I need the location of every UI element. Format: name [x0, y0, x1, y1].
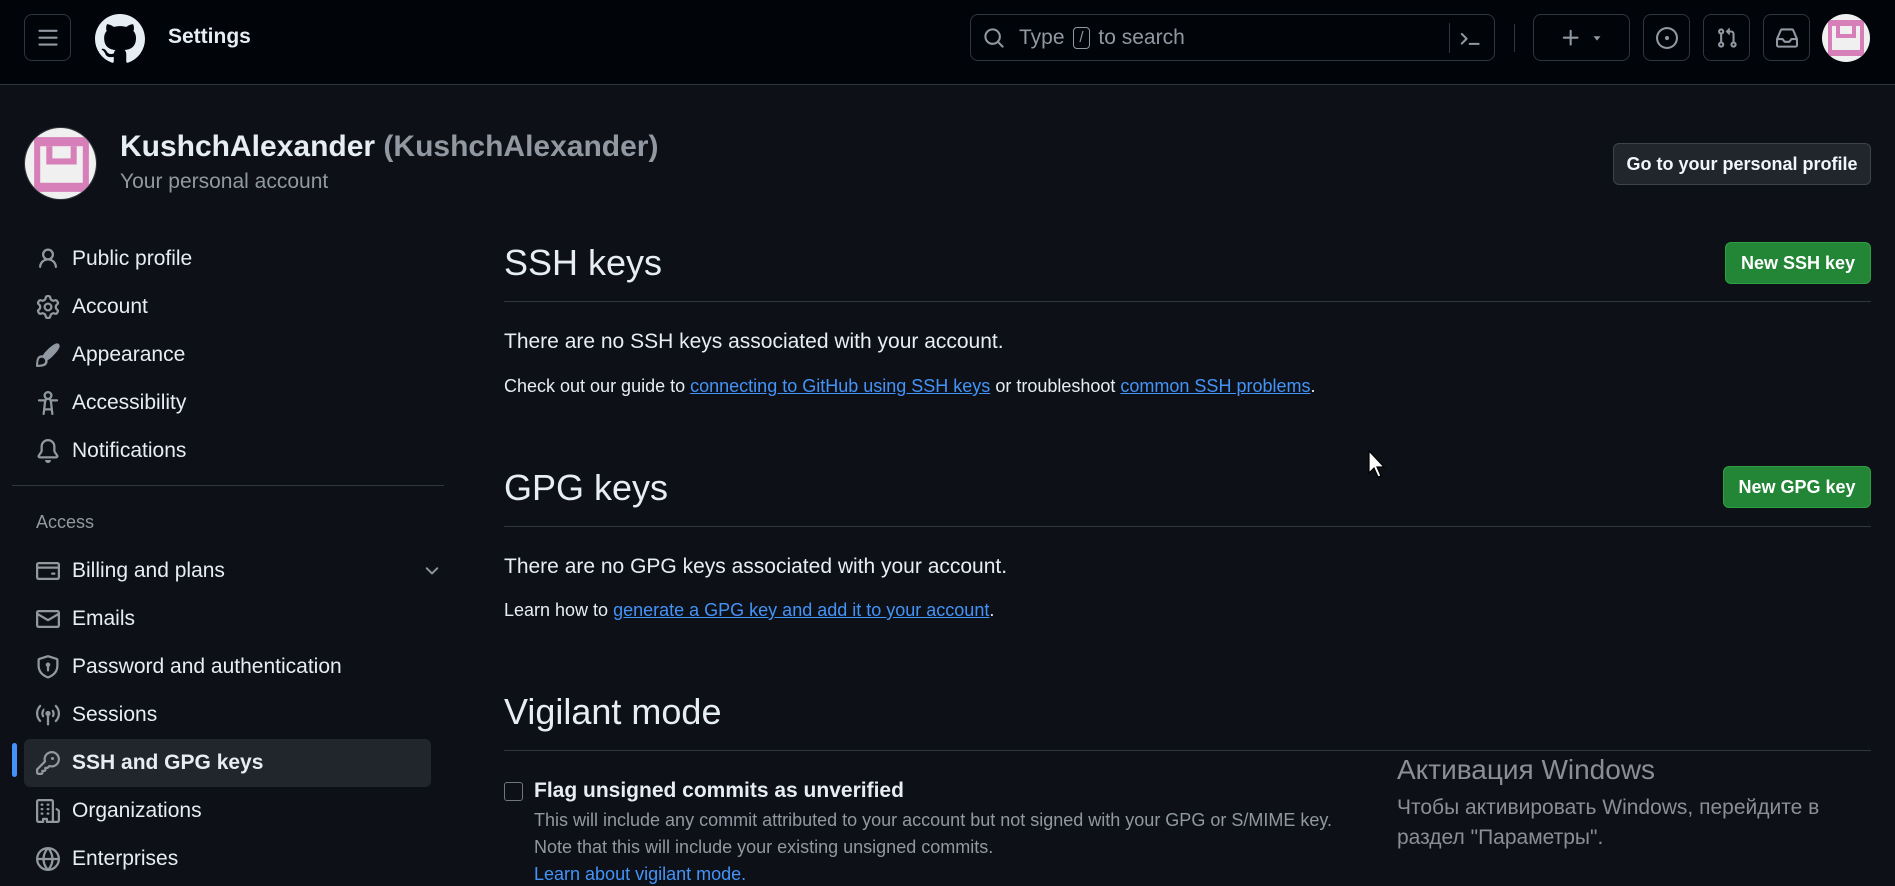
shield-lock-icon — [37, 655, 59, 679]
vigilant-note-line1: This will include any commit attributed … — [534, 810, 1333, 830]
search-input[interactable]: Type / to search — [970, 14, 1495, 61]
search-icon — [984, 28, 1004, 48]
sidebar-item-label: Account — [72, 295, 148, 318]
context-title[interactable]: Settings — [168, 25, 251, 49]
sidebar-group-heading: Access — [36, 512, 95, 532]
ssh-problems-link[interactable]: common SSH problems — [1120, 376, 1310, 396]
top-header: Settings Type / to search — [0, 0, 1895, 85]
credit-card-icon — [36, 562, 60, 580]
sidebar-item-label: Organizations — [72, 799, 202, 822]
profile-name: KushchAlexander (KushchAlexander) — [120, 130, 658, 164]
sidebar-item-organizations[interactable]: Organizations — [24, 787, 431, 835]
sidebar-item-label: Notifications — [72, 439, 187, 462]
sidebar-item-label: Sessions — [72, 703, 158, 726]
sidebar-divider — [12, 485, 444, 486]
gpg-learn-link[interactable]: generate a GPG key and add it to your ac… — [613, 600, 989, 620]
sidebar-item-label: Billing and plans — [72, 559, 225, 582]
sidebar-item-label: Enterprises — [72, 847, 179, 870]
hamburger-icon — [37, 29, 58, 46]
sidebar-item-appearance[interactable]: Appearance — [24, 331, 431, 379]
gpg-divider — [504, 526, 1871, 527]
ssh-guide-link[interactable]: connecting to GitHub using SSH keys — [690, 376, 990, 396]
profile-display-name[interactable]: KushchAlexander — [120, 130, 375, 163]
sidebar-item-password[interactable]: Password and authentication — [24, 643, 431, 691]
plus-icon — [1562, 29, 1579, 46]
new-gpg-key-button[interactable]: New GPG key — [1723, 466, 1871, 508]
issues-button[interactable] — [1643, 14, 1690, 61]
vigilant-divider — [504, 750, 1871, 751]
github-logo[interactable] — [95, 14, 145, 64]
vigilant-learn-link[interactable]: Learn about vigilant mode. — [534, 864, 746, 885]
avatar[interactable] — [1822, 14, 1870, 62]
command-palette-icon[interactable] — [1458, 27, 1482, 49]
vigilant-mode-checkbox[interactable] — [504, 782, 523, 801]
sidebar-item-enterprises[interactable]: Enterprises — [24, 835, 431, 883]
accessibility-icon — [37, 391, 59, 415]
profile-subtitle: Your personal account — [120, 170, 329, 193]
search-shortcut-key: / — [1073, 27, 1090, 49]
sidebar-item-ssh-gpg-keys[interactable]: SSH and GPG keys — [24, 739, 431, 787]
ssh-divider — [504, 301, 1871, 302]
sidebar-item-account[interactable]: Account — [24, 283, 431, 331]
hamburger-menu-button[interactable] — [24, 14, 71, 61]
sidebar-item-label: Emails — [72, 607, 136, 630]
chevron-down-icon — [425, 567, 439, 575]
inbox-icon — [1775, 27, 1798, 48]
ssh-guide-text: Check out our guide to connecting to Git… — [504, 376, 1316, 396]
gpg-empty-message: There are no GPG keys associated with yo… — [504, 555, 1008, 578]
go-to-profile-button[interactable]: Go to your personal profile — [1613, 143, 1871, 185]
sidebar-item-public-profile[interactable]: Public profile — [24, 235, 431, 283]
mouse-cursor-icon — [1368, 450, 1386, 478]
header-separator — [1514, 24, 1515, 52]
key-icon — [36, 751, 60, 775]
sidebar-item-label: Accessibility — [72, 391, 187, 414]
person-icon — [39, 248, 57, 269]
vigilant-note-line2: Note that this will include your existin… — [534, 837, 994, 857]
vigilant-mode-heading: Vigilant mode — [504, 691, 722, 732]
ssh-empty-message: There are no SSH keys associated with yo… — [504, 330, 1004, 353]
search-divider — [1449, 23, 1450, 53]
gear-icon — [36, 295, 60, 319]
sidebar-item-accessibility[interactable]: Accessibility — [24, 379, 431, 427]
sidebar-item-sessions[interactable]: Sessions — [24, 691, 431, 739]
sidebar-item-label: Appearance — [72, 343, 186, 366]
vigilant-mode-label[interactable]: Flag unsigned commits as unverified — [534, 779, 904, 803]
profile-login: (KushchAlexander) — [383, 130, 659, 163]
ssh-keys-heading: SSH keys — [504, 242, 663, 283]
organization-icon — [36, 799, 60, 823]
bell-icon — [37, 439, 59, 463]
windows-activation-title: Активация Windows — [1397, 754, 1656, 785]
sidebar-item-label: Password and authentication — [72, 655, 342, 678]
sidebar-item-emails[interactable]: Emails — [24, 595, 431, 643]
pull-requests-icon — [1717, 27, 1737, 48]
paintbrush-icon — [36, 343, 60, 367]
gpg-keys-heading: GPG keys — [504, 467, 669, 508]
create-new-button[interactable] — [1533, 14, 1630, 61]
mail-icon — [36, 610, 60, 628]
pull-requests-button[interactable] — [1703, 14, 1750, 61]
broadcast-icon — [36, 704, 60, 726]
issues-icon — [1655, 26, 1678, 49]
active-indicator — [12, 743, 17, 777]
profile-avatar[interactable] — [24, 127, 97, 200]
sidebar-item-label: SSH and GPG keys — [72, 751, 264, 774]
globe-icon — [36, 847, 60, 871]
sidebar-item-billing[interactable]: Billing and plans — [24, 547, 439, 595]
inbox-button[interactable] — [1763, 14, 1810, 61]
search-placeholder: Type / to search — [1019, 26, 1185, 49]
gpg-learn-text: Learn how to generate a GPG key and add … — [504, 600, 995, 620]
sidebar-item-label: Public profile — [72, 247, 193, 270]
chevron-down-icon — [1593, 35, 1600, 41]
windows-activation-text: Чтобы активировать Windows, перейдите в … — [1397, 796, 1820, 849]
sidebar-item-notifications[interactable]: Notifications — [24, 427, 431, 475]
new-ssh-key-button[interactable]: New SSH key — [1725, 242, 1871, 284]
